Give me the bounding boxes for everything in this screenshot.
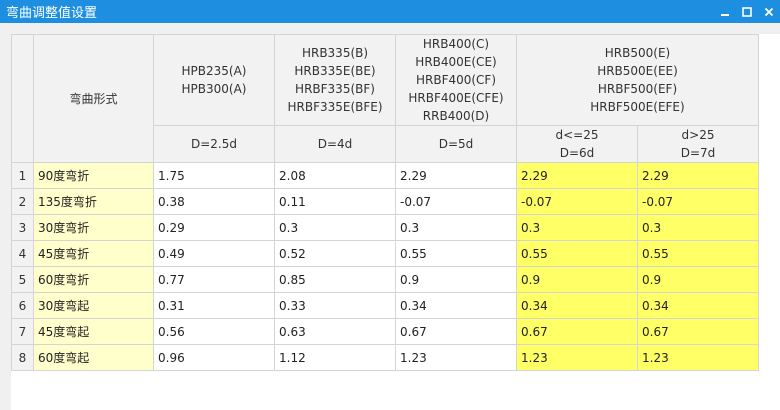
row-number[interactable]: 7 <box>11 318 34 345</box>
row-number[interactable]: 2 <box>11 188 34 215</box>
value-cell[interactable]: 0.63 <box>274 318 396 345</box>
bend-adjustment-table: 弯曲形式 HPB235(A) HPB300(A) HRB335(B) HRB33… <box>11 34 759 371</box>
value-cell[interactable]: 0.77 <box>153 266 275 293</box>
row-number[interactable]: 4 <box>11 240 34 267</box>
minimize-icon <box>721 13 729 16</box>
value-cell[interactable]: -0.07 <box>516 188 638 215</box>
bend-type-cell[interactable]: 30度弯起 <box>33 292 154 319</box>
bend-type-cell[interactable]: 30度弯折 <box>33 214 154 241</box>
value-cell[interactable]: 0.3 <box>395 214 517 241</box>
close-icon <box>764 7 774 16</box>
grid-area: 弯曲形式 HPB235(A) HPB300(A) HRB335(B) HRB33… <box>0 23 780 410</box>
subheader-d-5d: D=5d <box>395 125 517 163</box>
value-cell[interactable]: 0.34 <box>516 292 638 319</box>
value-cell[interactable]: 0.55 <box>516 240 638 267</box>
row-number[interactable]: 3 <box>11 214 34 241</box>
value-cell[interactable]: 2.29 <box>395 162 517 189</box>
column-header-grade-c: HRB400(C) HRB400E(CE) HRBF400(CF) HRBF40… <box>395 34 517 126</box>
minimize-button[interactable] <box>714 0 736 23</box>
value-cell[interactable]: 0.52 <box>274 240 396 267</box>
value-cell[interactable]: 0.29 <box>153 214 275 241</box>
bend-type-cell[interactable]: 135度弯折 <box>33 188 154 215</box>
value-cell[interactable]: 0.9 <box>395 266 517 293</box>
value-cell[interactable]: 0.11 <box>274 188 396 215</box>
value-cell[interactable]: 0.56 <box>153 318 275 345</box>
value-cell[interactable]: 0.33 <box>274 292 396 319</box>
value-cell[interactable]: 0.67 <box>637 318 759 345</box>
value-cell[interactable]: 0.3 <box>637 214 759 241</box>
value-cell[interactable]: 0.49 <box>153 240 275 267</box>
table-row: 4 45度弯折 0.49 0.52 0.55 0.55 0.55 <box>11 240 759 267</box>
table-body: 1 90度弯折 1.75 2.08 2.29 2.29 2.29 2 135度弯折 0.38 0.1… <box>11 162 759 371</box>
subheader-d-7d: d>25 D=7d <box>637 125 759 163</box>
value-cell[interactable]: 0.34 <box>637 292 759 319</box>
value-cell[interactable]: 0.85 <box>274 266 396 293</box>
bend-type-cell[interactable]: 60度弯折 <box>33 266 154 293</box>
close-button[interactable] <box>758 0 780 23</box>
subheader-d-6d: d<=25 D=6d <box>516 125 638 163</box>
value-cell[interactable]: 0.67 <box>516 318 638 345</box>
value-cell[interactable]: 0.55 <box>395 240 517 267</box>
bend-type-cell[interactable]: 45度弯起 <box>33 318 154 345</box>
grid-viewport: 弯曲形式 HPB235(A) HPB300(A) HRB335(B) HRB33… <box>11 34 780 410</box>
bend-type-cell[interactable]: 45度弯折 <box>33 240 154 267</box>
row-number[interactable]: 5 <box>11 266 34 293</box>
table-row: 8 60度弯起 0.96 1.12 1.23 1.23 1.23 <box>11 344 759 371</box>
value-cell[interactable]: 0.96 <box>153 344 275 371</box>
value-cell[interactable]: 0.55 <box>637 240 759 267</box>
table-row: 1 90度弯折 1.75 2.08 2.29 2.29 2.29 <box>11 162 759 189</box>
value-cell[interactable]: 0.31 <box>153 292 275 319</box>
table-row: 2 135度弯折 0.38 0.11 -0.07 -0.07 -0.07 <box>11 188 759 215</box>
table-row: 6 30度弯起 0.31 0.33 0.34 0.34 0.34 <box>11 292 759 319</box>
row-number[interactable]: 6 <box>11 292 34 319</box>
value-cell[interactable]: -0.07 <box>395 188 517 215</box>
table-row: 5 60度弯折 0.77 0.85 0.9 0.9 0.9 <box>11 266 759 293</box>
bend-type-cell[interactable]: 90度弯折 <box>33 162 154 189</box>
value-cell[interactable]: -0.07 <box>637 188 759 215</box>
value-cell[interactable]: 0.3 <box>516 214 638 241</box>
value-cell[interactable]: 1.12 <box>274 344 396 371</box>
value-cell[interactable]: 2.29 <box>516 162 638 189</box>
table-row: 3 30度弯折 0.29 0.3 0.3 0.3 0.3 <box>11 214 759 241</box>
value-cell[interactable]: 0.9 <box>637 266 759 293</box>
column-header-grade-e: HRB500(E) HRB500E(EE) HRBF500(EF) HRBF50… <box>516 34 759 126</box>
value-cell[interactable]: 0.38 <box>153 188 275 215</box>
value-cell[interactable]: 2.29 <box>637 162 759 189</box>
row-number[interactable]: 1 <box>11 162 34 189</box>
corner-cell <box>11 34 34 163</box>
maximize-icon <box>742 6 752 17</box>
window-titlebar: 弯曲调整值设置 <box>0 0 780 23</box>
column-header-grade-a: HPB235(A) HPB300(A) <box>153 34 275 126</box>
value-cell[interactable]: 1.75 <box>153 162 275 189</box>
value-cell[interactable]: 1.23 <box>637 344 759 371</box>
row-number[interactable]: 8 <box>11 344 34 371</box>
value-cell[interactable]: 0.9 <box>516 266 638 293</box>
table-row: 7 45度弯起 0.56 0.63 0.67 0.67 0.67 <box>11 318 759 345</box>
window-title: 弯曲调整值设置 <box>6 6 98 21</box>
column-header-bend-type: 弯曲形式 <box>33 34 154 163</box>
value-cell[interactable]: 1.23 <box>395 344 517 371</box>
maximize-button[interactable] <box>736 0 758 23</box>
column-header-grade-b: HRB335(B) HRB335E(BE) HRBF335(BF) HRBF33… <box>274 34 396 126</box>
value-cell[interactable]: 0.34 <box>395 292 517 319</box>
bend-type-cell[interactable]: 60度弯起 <box>33 344 154 371</box>
subheader-d-2-5d: D=2.5d <box>153 125 275 163</box>
value-cell[interactable]: 2.08 <box>274 162 396 189</box>
window-controls <box>714 0 780 23</box>
value-cell[interactable]: 0.3 <box>274 214 396 241</box>
subheader-d-4d: D=4d <box>274 125 396 163</box>
value-cell[interactable]: 1.23 <box>516 344 638 371</box>
value-cell[interactable]: 0.67 <box>395 318 517 345</box>
